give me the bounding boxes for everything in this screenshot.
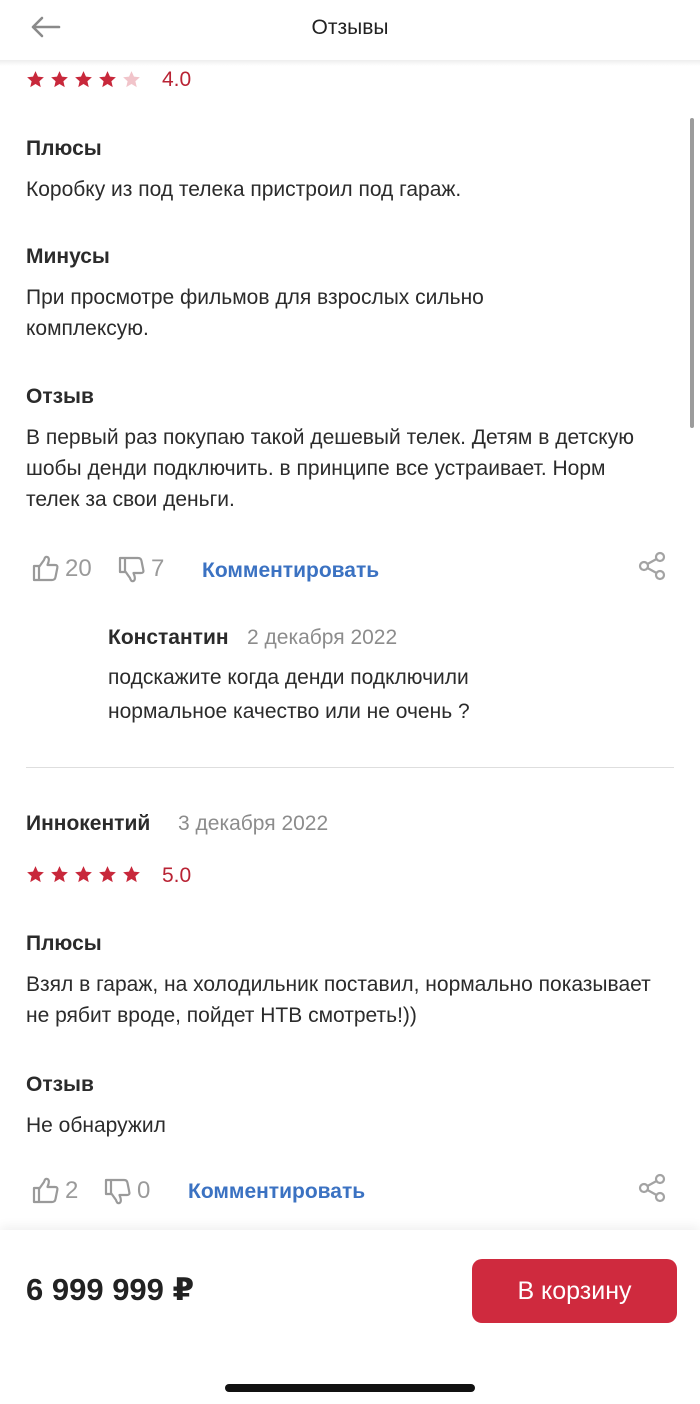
review-2-pros-title: Плюсы	[26, 932, 102, 955]
star-filled-icon	[51, 866, 68, 883]
review-2-date: 3 декабря 2022	[178, 812, 329, 835]
review-2-dislike-button[interactable]: 0	[102, 1175, 150, 1207]
home-indicator[interactable]	[225, 1384, 475, 1392]
review-1-pros-text: Коробку из под телека пристроил под гара…	[26, 178, 462, 201]
star-filled-icon	[27, 866, 44, 883]
review-1-rating-value: 4.0	[162, 68, 192, 91]
star-filled-icon	[99, 71, 116, 88]
product-price: 6 999 999 ₽	[26, 1272, 195, 1307]
review-2-review-title: Отзыв	[26, 1073, 94, 1096]
header-shadow	[0, 60, 700, 66]
thumb-down-icon	[118, 556, 145, 583]
review-2-comment-link[interactable]: Комментировать	[188, 1180, 365, 1204]
thumb-up-icon	[32, 1177, 59, 1204]
thumb-down-icon	[104, 1178, 131, 1205]
star-empty-icon	[123, 71, 140, 88]
page-title: Отзывы	[311, 16, 389, 39]
review-1-cons-title: Минусы	[26, 245, 110, 268]
review-2-pros-text: Взял в гараж, на холодильник поставил, н…	[26, 973, 651, 1027]
add-to-cart-button[interactable]: В корзину	[472, 1259, 677, 1323]
review-2-author: Иннокентий	[26, 812, 151, 835]
review-2-like-count: 2	[65, 1177, 79, 1204]
star-filled-icon	[99, 866, 116, 883]
bottom-purchase-bar: 6 999 999 ₽ В корзину	[0, 1230, 700, 1404]
review-1-like-count: 20	[65, 555, 92, 582]
share-icon[interactable]	[636, 550, 668, 582]
review-2-dislike-count: 0	[137, 1177, 151, 1204]
review-2-rating-value: 5.0	[162, 864, 192, 887]
star-filled-icon	[27, 71, 44, 88]
review-1-dislike-button[interactable]: 7	[116, 553, 164, 585]
review-divider	[26, 767, 674, 768]
review-2-stars	[26, 865, 141, 884]
review-1-like-button[interactable]: 20	[30, 553, 92, 585]
review-1-dislike-count: 7	[151, 555, 165, 582]
reply-author: Константин	[108, 626, 229, 649]
share-icon[interactable]	[636, 1172, 668, 1204]
review-1-review-text: В первый раз покупаю такой дешевый телек…	[26, 426, 634, 511]
review-1-comment-link[interactable]: Комментировать	[202, 559, 379, 583]
review-1-stars	[26, 70, 141, 89]
star-filled-icon	[123, 866, 140, 883]
review-2-review-text: Не обнаружил	[26, 1114, 166, 1137]
star-filled-icon	[75, 866, 92, 883]
star-filled-icon	[51, 71, 68, 88]
scrollbar[interactable]	[690, 118, 694, 428]
review-1-cons-text: При просмотре фильмов для взрослых сильн…	[26, 286, 484, 340]
review-1-review-title: Отзыв	[26, 385, 94, 408]
thumb-up-icon	[32, 555, 59, 582]
reply-date: 2 декабря 2022	[247, 626, 398, 649]
review-2-like-button[interactable]: 2	[30, 1175, 78, 1207]
reply-text: подскажите когда денди подключили нормал…	[108, 666, 470, 723]
top-bar: Отзывы	[0, 0, 700, 60]
review-1-pros-title: Плюсы	[26, 137, 102, 160]
star-filled-icon	[75, 71, 92, 88]
